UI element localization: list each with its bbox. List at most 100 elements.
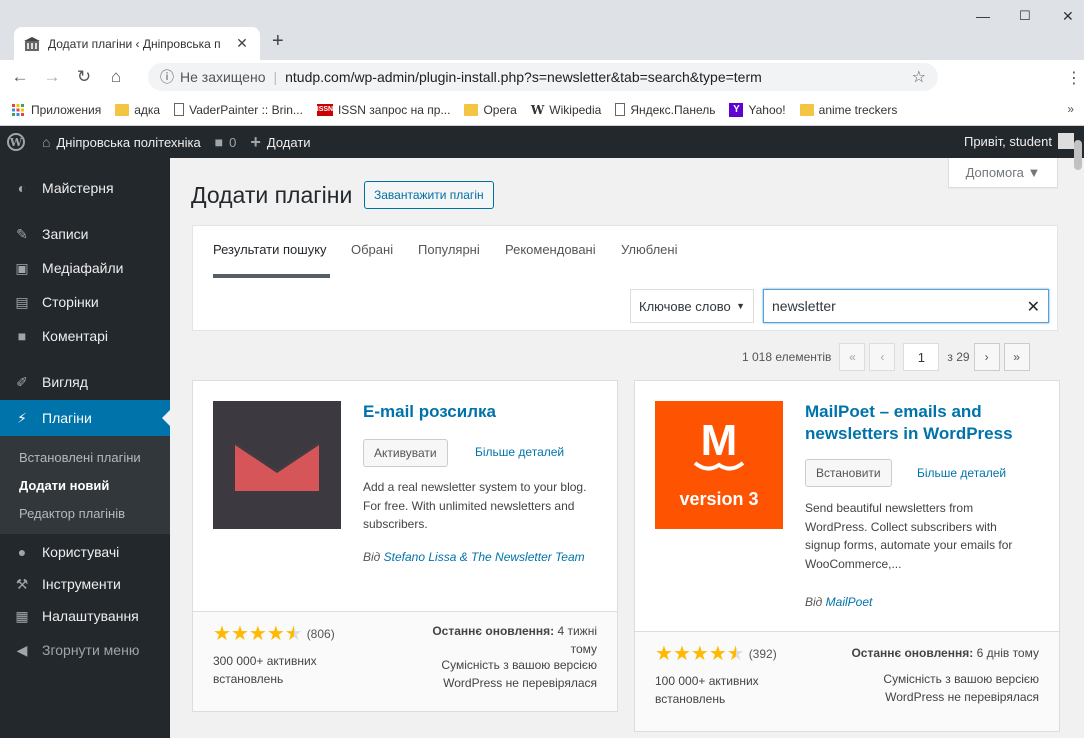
tab-recommended[interactable]: Рекомендовані — [505, 242, 596, 257]
menu-label: Плагіни — [42, 410, 92, 426]
clear-search-icon[interactable]: ✕ — [1027, 297, 1040, 317]
bookmark-apps[interactable]: Приложения — [12, 103, 101, 117]
menu-settings[interactable]: ▦ Налаштування — [0, 598, 170, 634]
menu-comments[interactable]: ■ Коментарі — [0, 318, 170, 354]
forward-icon[interactable]: → — [40, 67, 64, 87]
bookmark-link[interactable]: Яндекс.Панель — [615, 103, 715, 117]
account-menu[interactable]: Привіт, student — [964, 133, 1074, 149]
bookmark-link[interactable]: W Wikipedia — [531, 103, 602, 117]
bookmark-label: Приложения — [31, 102, 102, 117]
minimize-icon[interactable]: — — [976, 8, 990, 24]
menu-users[interactable]: ● Користувачі — [0, 534, 170, 570]
comments-link[interactable]: ■ 0 — [215, 134, 237, 150]
author-link[interactable]: MailPoet — [826, 595, 873, 609]
upload-plugin-button[interactable]: Завантажити плагін — [364, 181, 494, 209]
tab-search-results[interactable]: Результати пошуку — [213, 242, 327, 257]
last-page-button[interactable]: » — [1003, 343, 1030, 371]
menu-label: Майстерня — [42, 180, 114, 196]
info-icon[interactable]: ⓘ — [160, 67, 174, 87]
scrollbar-thumb[interactable] — [1074, 140, 1082, 170]
pages-icon: ▤ — [15, 293, 29, 310]
add-new-label: Додати — [266, 134, 311, 150]
submenu-add-new[interactable]: Додати новий — [0, 471, 170, 499]
activate-button[interactable]: Активувати — [363, 439, 448, 467]
search-type-select[interactable]: Ключове слово ▼ — [630, 289, 754, 323]
author-prefix: Від — [805, 595, 823, 609]
menu-plugins[interactable]: ⚡ Плагіни — [0, 400, 170, 436]
issn-icon: ISSN — [317, 103, 333, 116]
first-page-button[interactable]: « — [839, 343, 866, 371]
menu-posts[interactable]: ✎ Записи — [0, 216, 170, 252]
address-bar[interactable]: ⓘ Не захищено | ntudp.com/wp-admin/plugi… — [148, 63, 938, 91]
back-icon[interactable]: ← — [8, 67, 32, 87]
plugin-title-link[interactable]: MailPoet – emails and newsletters in Wor… — [805, 401, 1045, 445]
help-tab-button[interactable]: Допомога ▼ — [948, 158, 1058, 188]
browser-tab[interactable]: Додати плагіни ‹ Дніпровська п ✕ — [14, 27, 260, 60]
menu-label: Сторінки — [42, 294, 99, 310]
menu-kebab-icon[interactable]: ⋮ — [1066, 68, 1082, 88]
tab-featured[interactable]: Обрані — [351, 242, 393, 257]
star-full-icon: ★ — [672, 643, 691, 665]
install-button[interactable]: Встановити — [805, 459, 892, 487]
search-input-value: newsletter — [772, 298, 836, 314]
menu-label: Згорнути меню — [42, 642, 140, 658]
menu-appearance[interactable]: ✐ Вигляд — [0, 364, 170, 400]
submenu-installed-plugins[interactable]: Встановлені плагіни — [0, 443, 170, 471]
close-window-icon[interactable]: ✕ — [1062, 8, 1074, 25]
wordpress-icon: W — [7, 133, 25, 151]
bookmark-star-icon[interactable]: ☆ — [912, 67, 926, 87]
prev-page-button[interactable]: ‹ — [869, 343, 896, 371]
tab-favorites[interactable]: Улюблені — [621, 242, 677, 257]
folder-icon — [115, 103, 130, 116]
menu-dashboard[interactable]: ◐ Майстерня — [0, 170, 170, 206]
bookmark-label: Opera — [483, 102, 517, 117]
address-url[interactable]: ntudp.com/wp-admin/plugin-install.php?s=… — [285, 69, 762, 85]
page-title: Додати плагіни — [191, 182, 353, 208]
maximize-icon[interactable]: ☐ — [1019, 8, 1031, 24]
home-icon[interactable]: ⌂ — [104, 67, 128, 87]
menu-collapse[interactable]: ◀ Згорнути меню — [0, 632, 170, 668]
more-bookmarks-icon[interactable]: » — [1067, 102, 1074, 116]
add-new-link[interactable]: + Додати — [250, 132, 310, 153]
tab-close-icon[interactable]: ✕ — [234, 35, 250, 52]
last-updated: Останнє оновлення: 4 тижні тому — [407, 622, 597, 658]
bookmark-label: ISSN запрос на пр... — [337, 102, 451, 117]
menu-media[interactable]: ▣ Медіафайли — [0, 250, 170, 286]
wordpress-logo[interactable]: W — [0, 126, 32, 158]
more-details-link[interactable]: Більше деталей — [917, 466, 1006, 480]
author-link[interactable]: Stefano Lissa & The Newsletter Team — [384, 550, 585, 564]
plugin-search-input[interactable]: newsletter ✕ — [763, 289, 1049, 323]
next-page-button[interactable]: › — [973, 343, 1000, 371]
mailpoet-plugin-icon[interactable]: M version 3 — [655, 401, 783, 529]
site-name: Дніпровська політехніка — [56, 134, 201, 150]
plugin-title-link[interactable]: E-mail розсилка — [363, 401, 603, 423]
bookmark-folder[interactable]: Opera — [464, 102, 517, 117]
newsletter-plugin-icon[interactable] — [213, 401, 341, 529]
dropdown-arrow-icon: ▼ — [736, 301, 745, 311]
star-half-icon: ★ — [284, 623, 303, 645]
site-name-link[interactable]: ⌂ Дніпровська політехніка — [42, 134, 201, 150]
wikipedia-icon: W — [530, 102, 545, 117]
plugin-description: Add a real newsletter system to your blo… — [363, 480, 587, 532]
new-tab-icon[interactable]: + — [272, 30, 284, 53]
bookmark-link[interactable]: VaderPainter :: Brin... — [174, 103, 303, 117]
plus-icon: + — [250, 131, 261, 152]
admin-menu: ◐ Майстерня ✎ Записи ▣ Медіафайли ▤ Стор… — [0, 158, 170, 738]
reload-icon[interactable]: ↻ — [72, 67, 96, 87]
menu-label: Записи — [42, 226, 89, 242]
bookmark-folder[interactable]: адка — [115, 103, 160, 117]
bookmark-label: Яндекс.Панель — [630, 102, 716, 117]
bookmark-link[interactable]: Y Yahoo! — [729, 102, 786, 117]
star-full-icon: ★ — [655, 643, 673, 665]
comment-bubble-icon: ■ — [214, 134, 224, 150]
current-page-input[interactable]: 1 — [903, 343, 940, 371]
bookmark-link[interactable]: ISSN ISSN запрос на пр... — [317, 103, 451, 117]
submenu-plugin-editor[interactable]: Редактор плагінів — [0, 499, 170, 527]
bookmark-folder[interactable]: anime treckers — [799, 103, 897, 117]
menu-pages[interactable]: ▤ Сторінки — [0, 284, 170, 320]
more-details-link[interactable]: Більше деталей — [475, 445, 564, 459]
menu-tools[interactable]: ⚒ Інструменти — [0, 566, 170, 602]
tab-popular[interactable]: Популярні — [418, 242, 480, 257]
updated-value: 4 тижні тому — [557, 624, 597, 656]
brush-icon: ✐ — [16, 373, 28, 390]
